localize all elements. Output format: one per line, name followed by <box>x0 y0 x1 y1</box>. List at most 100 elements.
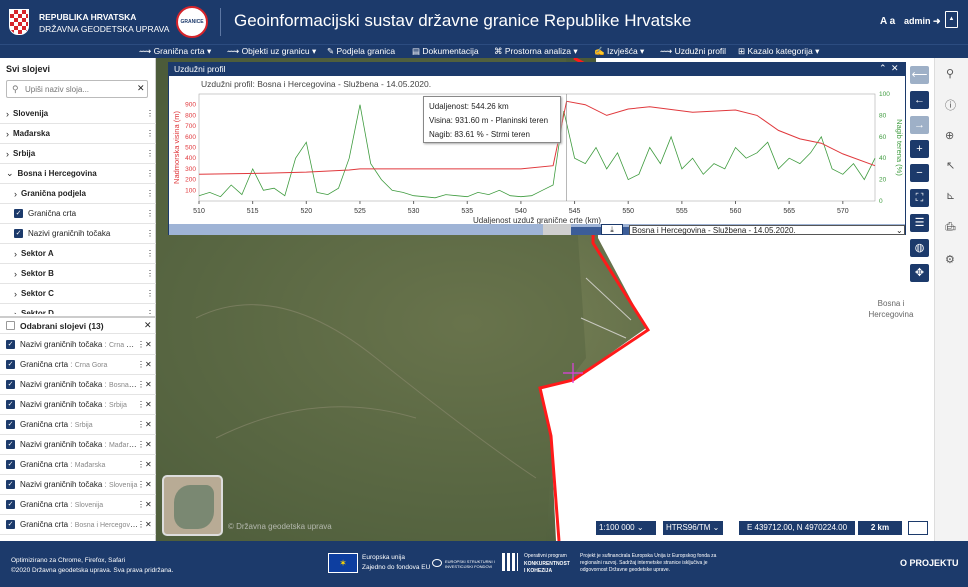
remove-icon[interactable]: ✕ <box>145 460 152 469</box>
more-options-icon[interactable]: ⋮ <box>146 289 154 298</box>
panel-back-button[interactable]: ⟵ <box>910 66 929 84</box>
user-menu[interactable]: admin ➜ <box>904 16 941 27</box>
layer-checkbox[interactable]: ✓ <box>6 360 15 369</box>
more-options-icon[interactable]: ⋮ <box>146 149 154 158</box>
chevron-right-icon[interactable]: › <box>6 149 9 159</box>
more-options-icon[interactable]: ⋮ <box>137 360 145 369</box>
nav-podjela[interactable]: ✎ Podjela granica <box>327 46 395 57</box>
profile-select[interactable]: Bosna i Hercegovina - Službena - 14.05.2… <box>629 225 905 235</box>
chevron-right-icon[interactable]: › <box>14 289 17 299</box>
more-options-icon[interactable]: ⋮ <box>137 520 145 529</box>
selected-layer-item[interactable]: ✓ Granična crta : Srbija ⋮ ✕ <box>0 415 156 435</box>
layer-checkbox[interactable]: ✓ <box>14 209 23 218</box>
printer-icon[interactable]: ⎙ <box>945 221 954 234</box>
chevron-right-icon[interactable]: › <box>6 109 9 119</box>
layer-item[interactable]: › Sektor C ⋮ <box>0 284 156 304</box>
more-options-icon[interactable]: ⋮ <box>137 460 145 469</box>
selected-layer-item[interactable]: ✓ Granična crta : Slovenija ⋮ ✕ <box>0 495 156 515</box>
remove-icon[interactable]: ✕ <box>145 380 152 389</box>
collapse-icon[interactable]: ⌃ <box>879 63 887 74</box>
more-options-icon[interactable]: ⋮ <box>146 229 154 238</box>
more-options-icon[interactable]: ⋮ <box>137 440 145 449</box>
selected-layer-item[interactable]: ✓ Granična crta : Bosna i Hercegovina ⋮ ✕ <box>0 515 156 535</box>
more-options-icon[interactable]: ⋮ <box>146 129 154 138</box>
nav-dokumentacija[interactable]: ▤ Dokumentacija <box>412 46 479 57</box>
selected-layer-item[interactable]: ✓ Nazivi graničnih točaka : Crna Gora⋮✕ <box>0 335 156 355</box>
layer-item[interactable]: ✓ Nazivi graničnih točaka ⋮ <box>0 224 156 244</box>
font-size-toggle[interactable]: A a <box>880 16 895 27</box>
chevron-right-icon[interactable]: › <box>14 189 17 199</box>
more-options-icon[interactable]: ⋮ <box>137 420 145 429</box>
gear-icon[interactable]: ⚙ <box>945 253 955 266</box>
selected-layer-item[interactable]: ✓ Nazivi graničnih točaka : Srbija ⋮ ✕ <box>0 395 156 415</box>
chevron-right-icon[interactable]: › <box>14 249 17 259</box>
crs-select[interactable]: HTRS96/TM ⌄ <box>663 521 723 535</box>
layer-checkbox[interactable]: ✓ <box>6 460 15 469</box>
layer-checkbox[interactable]: ✓ <box>14 229 23 238</box>
scale-select[interactable]: 1:100 000 ⌄ <box>596 521 656 535</box>
layer-item[interactable]: › Sektor A ⋮ <box>0 244 156 264</box>
remove-icon[interactable]: ✕ <box>145 440 152 449</box>
pdf-icon[interactable]: ▲ <box>945 11 958 28</box>
layer-checkbox[interactable]: ✓ <box>6 400 15 409</box>
remove-icon[interactable]: ✕ <box>145 480 152 489</box>
layer-checkbox[interactable]: ✓ <box>6 440 15 449</box>
layer-item[interactable]: › Sektor D ⋮ <box>0 304 156 315</box>
selected-layer-item[interactable]: ✓ Nazivi graničnih točaka : Slovenija ⋮ ✕ <box>0 475 156 495</box>
selected-layer-item[interactable]: ✓ Granična crta : Mađarska ⋮ ✕ <box>0 455 156 475</box>
chevron-right-icon[interactable]: › <box>14 309 17 315</box>
layer-checkbox[interactable]: ✓ <box>6 420 15 429</box>
layer-checkbox[interactable]: ✓ <box>6 380 15 389</box>
nav-kazalo[interactable]: ⊞ Kazalo kategorija ▾ <box>738 46 819 57</box>
fullscreen-icon[interactable]: ⛶ <box>910 189 929 207</box>
remove-icon[interactable]: ✕ <box>145 340 152 349</box>
layer-item[interactable]: › Srbija ⋮ <box>0 144 156 164</box>
arrow-right-icon[interactable]: → <box>910 116 929 134</box>
pan-icon[interactable]: ✥ <box>910 264 929 282</box>
search-icon[interactable]: ⚲ <box>946 67 954 80</box>
close-icon[interactable]: ✕ <box>144 320 152 331</box>
nav-objekti[interactable]: ⟿ Objekti uz granicu ▾ <box>227 46 316 57</box>
more-options-icon[interactable]: ⋮ <box>146 169 154 178</box>
layer-checkbox[interactable]: ✓ <box>6 500 15 509</box>
more-options-icon[interactable]: ⋮ <box>146 189 154 198</box>
remove-icon[interactable]: ✕ <box>145 420 152 429</box>
granice-logo[interactable]: GRANICE <box>176 6 208 38</box>
more-options-icon[interactable]: ⋮ <box>146 309 154 314</box>
info-icon[interactable]: ⓘ <box>945 97 956 113</box>
map-book-icon[interactable] <box>908 521 928 535</box>
more-options-icon[interactable]: ⋮ <box>137 500 145 509</box>
layers-list-icon[interactable]: ☰ <box>910 214 929 232</box>
selected-layer-item[interactable]: ✓ Nazivi graničnih točaka : Bosna i Herce… <box>0 375 156 395</box>
zoom-out-button[interactable]: − <box>910 164 929 182</box>
nav-izvjesca[interactable]: ✍ Izvješća ▾ <box>594 46 644 57</box>
layer-item[interactable]: › Granična podjela ⋮ <box>0 184 156 204</box>
more-options-icon[interactable]: ⋮ <box>137 380 145 389</box>
layer-checkbox[interactable]: ✓ <box>6 520 15 529</box>
measure-icon[interactable]: ⊾ <box>946 189 955 202</box>
layer-checkbox[interactable]: ✓ <box>6 480 15 489</box>
selected-layer-item[interactable]: ✓ Granična crta : Crna Gora ⋮ ✕ <box>0 355 156 375</box>
more-options-icon[interactable]: ⋮ <box>146 249 154 258</box>
select-all-checkbox[interactable] <box>6 321 15 330</box>
more-options-icon[interactable]: ⋮ <box>146 109 154 118</box>
more-options-icon[interactable]: ⋮ <box>137 400 145 409</box>
remove-icon[interactable]: ✕ <box>145 520 152 529</box>
arrow-left-icon[interactable]: ← <box>910 91 929 109</box>
more-options-icon[interactable]: ⋮ <box>146 209 154 218</box>
overview-selection[interactable] <box>543 224 571 235</box>
layer-item[interactable]: ⌄ Bosna i Hercegovina ⋮ <box>0 164 156 184</box>
nav-prostorna-analiza[interactable]: ⌘ Prostorna analiza ▾ <box>494 46 578 57</box>
nav-granicna-crta[interactable]: ⟿ Granična crta ▾ <box>139 46 211 57</box>
remove-icon[interactable]: ✕ <box>145 360 152 369</box>
close-icon[interactable]: ✕ <box>891 63 899 74</box>
layer-item[interactable]: › Slovenija ⋮ <box>0 104 156 124</box>
more-options-icon[interactable]: ⋮ <box>146 269 154 278</box>
remove-icon[interactable]: ✕ <box>145 500 152 509</box>
pointer-icon[interactable]: ↖ <box>946 159 955 172</box>
download-icon[interactable]: ⤓ <box>601 224 623 235</box>
zoom-in-button[interactable]: + <box>910 140 929 158</box>
layer-item[interactable]: › Sektor B ⋮ <box>0 264 156 284</box>
logout-icon[interactable]: ➜ <box>933 16 941 26</box>
more-options-icon[interactable]: ⋮ <box>137 480 145 489</box>
